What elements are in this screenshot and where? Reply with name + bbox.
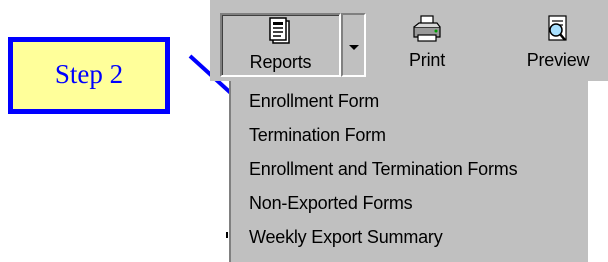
reports-dropdown-button[interactable] <box>341 13 366 77</box>
menu-item-weekly-export-summary[interactable]: Weekly Export Summary <box>249 227 443 248</box>
menu-edge-mark <box>226 232 228 238</box>
reports-dropdown-menu: Enrollment Form Termination Form Enrollm… <box>229 81 588 262</box>
menu-item-termination-form[interactable]: Termination Form <box>249 125 386 146</box>
preview-label: Preview <box>526 50 590 70</box>
toolbar: Reports Print Preview <box>210 0 608 81</box>
menu-item-enrollment-form[interactable]: Enrollment Form <box>249 91 379 112</box>
reports-button[interactable]: Reports <box>220 13 341 77</box>
chevron-down-icon <box>349 45 359 50</box>
printer-icon <box>413 15 441 42</box>
callout-text: Step 2 <box>54 59 124 89</box>
reports-label: Reports <box>249 52 312 72</box>
step-callout: Step 2 <box>8 37 170 114</box>
preview-magnifier-icon <box>548 15 567 41</box>
print-button[interactable]: Print <box>382 13 472 77</box>
reports-document-icon <box>268 17 290 44</box>
preview-button[interactable]: Preview <box>510 13 606 77</box>
print-label: Print <box>408 50 445 70</box>
menu-item-non-exported-forms[interactable]: Non-Exported Forms <box>249 193 413 214</box>
menu-item-enrollment-termination-forms[interactable]: Enrollment and Termination Forms <box>249 159 518 180</box>
